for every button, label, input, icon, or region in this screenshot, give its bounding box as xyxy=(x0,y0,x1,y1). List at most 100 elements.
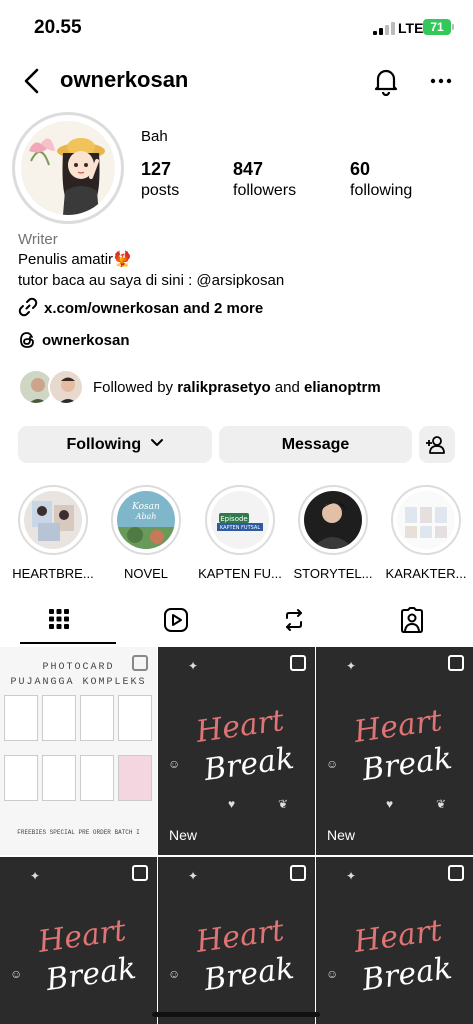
followed-by-text: Followed by ralikprasetyo and elianoptrm xyxy=(93,379,381,396)
post-thumbnail[interactable]: Heart Break ✦ ☺ ❦ ♥ New xyxy=(158,647,315,855)
posts-count[interactable]: 127 posts xyxy=(141,159,179,200)
link-text: x.com/ownerkosan and 2 more xyxy=(44,300,264,317)
highlight-ring xyxy=(391,485,461,555)
highlight-ring: Kosan Abah xyxy=(111,485,181,555)
highlight-heartbreak[interactable]: HEARTBRE... xyxy=(11,485,95,581)
svg-text:Episode: Episode xyxy=(220,515,248,523)
reels-icon xyxy=(164,608,188,632)
doodle-icon: ☺ xyxy=(168,967,181,981)
carousel-icon xyxy=(132,655,148,671)
svg-text:KAPTEN FUTSAL: KAPTEN FUTSAL xyxy=(220,525,260,531)
highlight-label: NOVEL xyxy=(123,566,169,581)
doodle-icon: ❦ xyxy=(436,797,447,811)
following-button[interactable]: Following xyxy=(18,426,212,463)
avatar-illustration xyxy=(21,121,115,215)
new-badge: New xyxy=(169,827,198,843)
status-time: 20.55 xyxy=(34,17,82,38)
highlight-label: KAPTEN FU... xyxy=(198,566,282,581)
photocard xyxy=(42,755,76,801)
stat-label: posts xyxy=(141,182,180,199)
stat-label: following xyxy=(350,182,413,199)
doodle-icon: ☺ xyxy=(326,967,339,981)
mutual-username: ralikprasetyo xyxy=(177,379,271,396)
post-thumbnail[interactable]: Heart Break ✦ ☺ xyxy=(158,857,315,1024)
threads-icon xyxy=(20,332,34,348)
grid-icon xyxy=(49,609,69,629)
tab-reposts[interactable] xyxy=(236,598,354,644)
photocard xyxy=(4,695,38,741)
bio-line: Penulis amatir🐦‍🔥 xyxy=(18,251,132,268)
profile-tabs xyxy=(0,598,473,644)
add-person-icon xyxy=(426,436,445,454)
highlight-ring xyxy=(298,485,368,555)
highlight-kapten-futsal[interactable]: Episode KAPTEN FUTSAL KAPTEN FU... xyxy=(198,485,282,581)
followers-count[interactable]: 847 followers xyxy=(233,159,296,200)
highlight-storytelling[interactable]: STORYTEL... xyxy=(291,485,375,581)
header-username: ownerkosan xyxy=(60,67,189,92)
back-arrow-icon[interactable] xyxy=(18,67,46,95)
mutual-followers[interactable]: Followed by ralikprasetyo and elianoptrm xyxy=(18,369,458,407)
tagged-icon xyxy=(401,607,423,633)
home-indicator[interactable] xyxy=(152,1012,320,1017)
profile-avatar[interactable] xyxy=(12,112,124,224)
post-heading: Break xyxy=(202,950,297,999)
doodle-icon: ☺ xyxy=(168,757,181,771)
more-options-icon[interactable] xyxy=(428,68,454,94)
status-bar: 20.55 LTE 71 xyxy=(0,0,473,56)
network-label: LTE xyxy=(398,20,424,36)
highlight-ring xyxy=(18,485,88,555)
profile-link[interactable]: x.com/ownerkosan and 2 more xyxy=(18,297,263,317)
photocard xyxy=(42,695,76,741)
highlight-karakter[interactable]: KARAKTER... xyxy=(384,485,468,581)
doodle-icon: ✦ xyxy=(188,659,199,673)
post-heading: Break xyxy=(360,740,455,789)
svg-text:Kosan: Kosan xyxy=(131,502,160,512)
photocard xyxy=(118,755,152,801)
tab-reels[interactable] xyxy=(118,598,236,644)
highlight-cover xyxy=(304,491,362,549)
stat-label: followers xyxy=(233,182,297,199)
post-thumbnail[interactable]: Heart Break ✦ ☺ xyxy=(316,857,473,1024)
highlight-novel[interactable]: Kosan Abah NOVEL xyxy=(104,485,188,581)
post-thumbnail[interactable]: Heart Break ✦ ☺ ❦ ♥ New xyxy=(316,647,473,855)
link-icon xyxy=(18,297,38,317)
chevron-down-icon xyxy=(150,439,163,446)
photocard xyxy=(118,695,152,741)
new-badge: New xyxy=(327,827,356,843)
repost-icon xyxy=(286,609,302,631)
svg-text:Abah: Abah xyxy=(135,512,157,521)
following-button-label: Following xyxy=(66,436,142,453)
doodle-icon: ✦ xyxy=(30,869,41,883)
doodle-icon: ✦ xyxy=(188,869,199,883)
post-heading: Break xyxy=(202,740,297,789)
bell-icon[interactable] xyxy=(371,66,401,96)
tab-posts[interactable] xyxy=(0,598,118,644)
doodle-icon: ☺ xyxy=(326,757,339,771)
tab-tagged[interactable] xyxy=(354,598,472,644)
highlight-label: HEARTBRE... xyxy=(12,566,94,581)
post-thumbnail[interactable]: PHOTOCARD PUJANGGA KOMPLEKS FREEBIES SPE… xyxy=(0,647,157,855)
profile-category: Writer xyxy=(18,231,58,248)
photocard xyxy=(80,695,114,741)
message-button-label: Message xyxy=(281,436,350,453)
mutual-username: elianoptrm xyxy=(303,379,381,396)
following-count[interactable]: 60 following xyxy=(350,159,412,200)
signal-icon xyxy=(373,21,395,35)
doodle-icon: ❦ xyxy=(278,797,289,811)
message-button[interactable]: Message xyxy=(219,426,412,463)
bio-line[interactable]: tutor baca au saya di sini : @arsipkosan xyxy=(18,272,284,289)
stat-value: 127 xyxy=(141,159,172,179)
followed-by-and: and xyxy=(274,379,300,396)
photocard xyxy=(4,755,38,801)
highlight-cover xyxy=(24,491,82,549)
suggested-people-button[interactable] xyxy=(419,426,455,463)
post-footer-text: FREEBIES SPECIAL PRE ORDER BATCH I xyxy=(17,829,140,836)
highlight-label: STORYTEL... xyxy=(293,566,373,581)
battery-icon: 71 xyxy=(423,19,451,35)
stat-value: 847 xyxy=(233,159,264,179)
post-heading: Break xyxy=(44,950,139,999)
threads-link[interactable]: ownerkosan xyxy=(18,331,130,349)
stat-value: 60 xyxy=(350,159,371,179)
doodle-icon: ♥ xyxy=(228,797,236,811)
post-thumbnail[interactable]: Heart Break ✦ ☺ xyxy=(0,857,157,1024)
